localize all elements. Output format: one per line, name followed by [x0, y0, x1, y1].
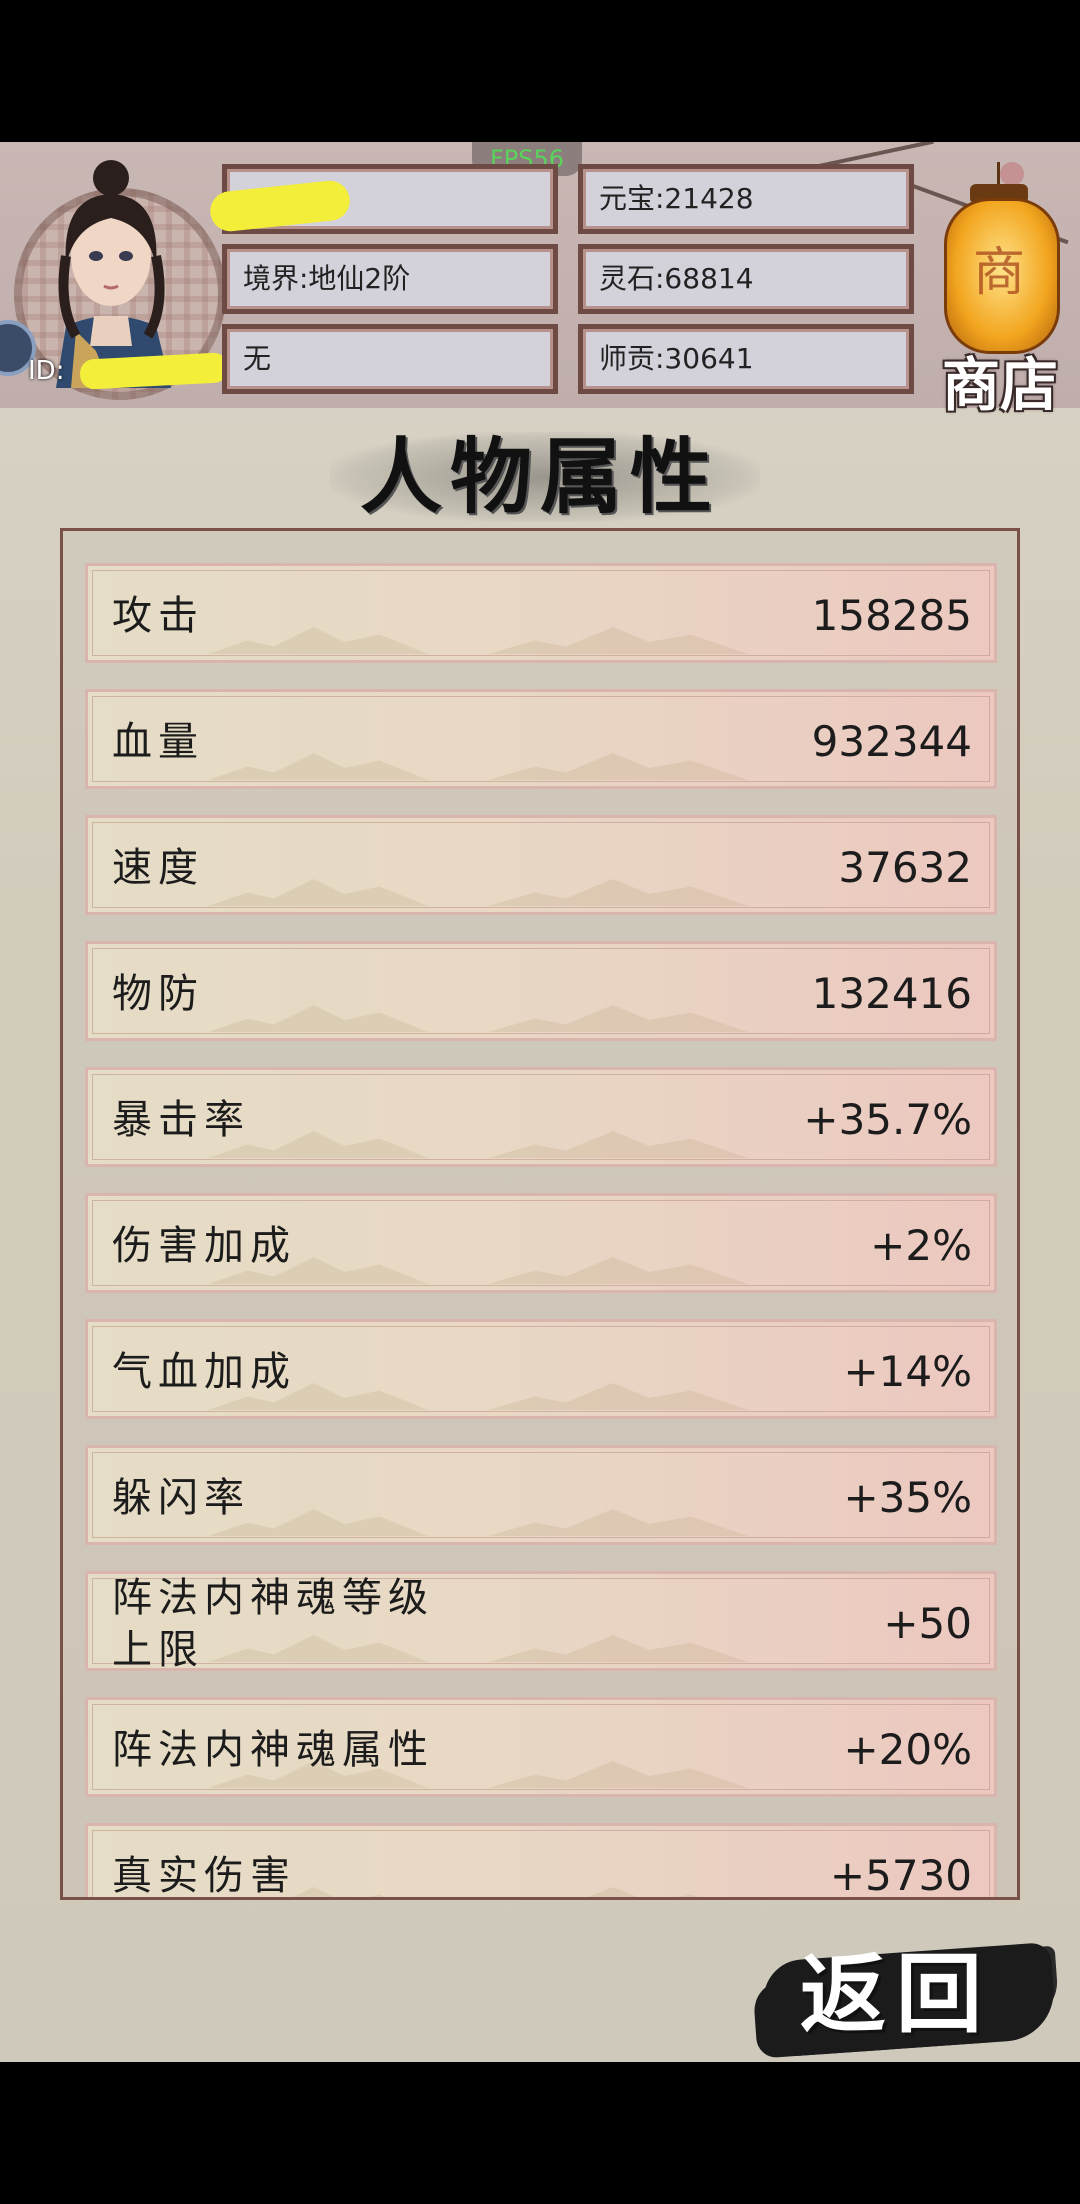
- attribute-value: 132416: [811, 969, 972, 1018]
- id-redaction: [79, 352, 229, 390]
- page-title: 人物属性: [359, 429, 720, 525]
- attribute-label: 伤害加成: [112, 1223, 296, 1269]
- mountain-decoration: [488, 753, 748, 780]
- attribute-value: +50: [883, 1599, 972, 1648]
- shop-button[interactable]: 商 商店: [930, 162, 1070, 419]
- attribute-value: +14%: [843, 1347, 972, 1396]
- attribute-row-crit-rate: 暴击率 +35.7%: [85, 1067, 997, 1167]
- attribute-value: 932344: [811, 717, 972, 766]
- lingshi-field: 灵石:68814: [578, 244, 914, 314]
- mountain-decoration: [488, 1131, 748, 1158]
- attribute-label: 阵法内神魂等级上限: [112, 1575, 434, 1673]
- attribute-label: 暴击率: [112, 1097, 250, 1143]
- attribute-value: 158285: [811, 591, 972, 640]
- mountain-decoration: [488, 627, 748, 654]
- mountain-decoration: [488, 879, 748, 906]
- mountain-decoration: [488, 1635, 748, 1662]
- yuanbao-field: 元宝:21428: [578, 164, 914, 234]
- attributes-panel[interactable]: 攻击 158285 血量 932344 速度 37632 物防 132416 暴…: [60, 528, 1020, 1900]
- mountain-decoration: [488, 1005, 748, 1032]
- attribute-label: 速度: [112, 845, 204, 891]
- attribute-row-speed: 速度 37632: [85, 815, 997, 915]
- lantern-glyph: 商: [972, 243, 1025, 303]
- attribute-row-soul-level-cap: 阵法内神魂等级上限 +50: [85, 1571, 997, 1673]
- attribute-row-soul-attribute: 阵法内神魂属性 +20%: [85, 1697, 997, 1797]
- attribute-row-dodge-rate: 躲闪率 +35%: [85, 1445, 997, 1545]
- player-header: ID: FPS56 境界:地仙2阶 无 元宝:21428 灵石:68814 师贡…: [0, 142, 1080, 419]
- attribute-label: 阵法内神魂属性: [112, 1727, 434, 1773]
- attribute-label: 真实伤害: [112, 1853, 296, 1899]
- player-id-label: ID:: [28, 356, 65, 386]
- attribute-row-hp-bonus: 气血加成 +14%: [85, 1319, 997, 1419]
- mountain-decoration: [488, 1887, 748, 1897]
- attribute-label: 血量: [112, 719, 204, 765]
- mountain-decoration: [488, 1509, 748, 1536]
- attribute-label: 躲闪率: [112, 1475, 250, 1521]
- mountain-decoration: [208, 1005, 428, 1032]
- back-button[interactable]: 返回: [800, 1924, 992, 2049]
- attribute-row-phys-def: 物防 132416: [85, 941, 997, 1041]
- mountain-decoration: [208, 753, 428, 780]
- avatar[interactable]: [36, 156, 186, 388]
- attribute-value: +35%: [843, 1473, 972, 1522]
- attribute-label: 攻击: [112, 593, 204, 639]
- attribute-row-attack: 攻击 158285: [85, 563, 997, 663]
- realm-field: 境界:地仙2阶: [222, 244, 558, 314]
- attribute-value: +35.7%: [803, 1095, 972, 1144]
- attribute-label: 气血加成: [112, 1349, 296, 1395]
- attribute-label: 物防: [112, 971, 204, 1017]
- attribute-value: +20%: [843, 1725, 972, 1774]
- attribute-row-hp: 血量 932344: [85, 689, 997, 789]
- mountain-decoration: [208, 627, 428, 654]
- navigation-bar-area: [0, 2062, 1080, 2204]
- attribute-value: +2%: [870, 1221, 972, 1270]
- mountain-decoration: [488, 1257, 748, 1284]
- attribute-value: 37632: [838, 843, 972, 892]
- attribute-value: +5730: [829, 1851, 972, 1900]
- sect-field: 无: [222, 324, 558, 394]
- status-bar-area: [0, 0, 1080, 142]
- attribute-row-damage-bonus: 伤害加成 +2%: [85, 1193, 997, 1293]
- shigong-field: 师贡:30641: [578, 324, 914, 394]
- game-screen: ID: FPS56 境界:地仙2阶 无 元宝:21428 灵石:68814 师贡…: [0, 142, 1080, 2062]
- mountain-decoration: [488, 1761, 748, 1788]
- mountain-decoration: [488, 1383, 748, 1410]
- mountain-decoration: [208, 879, 428, 906]
- attribute-row-true-damage: 真实伤害 +5730: [85, 1823, 997, 1900]
